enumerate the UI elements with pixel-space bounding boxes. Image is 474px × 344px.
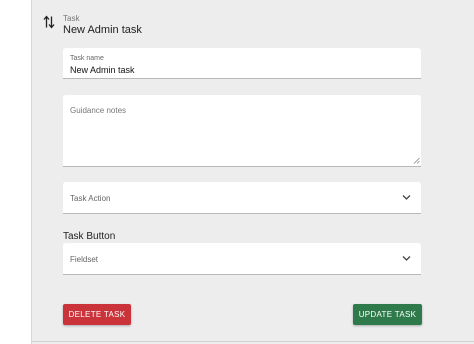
task-button-heading: Task Button (63, 231, 116, 242)
chevron-down-icon (402, 195, 411, 200)
reorder-arrows-icon[interactable] (43, 15, 55, 29)
panel-divider (32, 341, 474, 342)
resize-handle-icon[interactable] (413, 157, 420, 164)
fieldset-select[interactable]: Fieldset (63, 243, 421, 275)
task-caption: Task (63, 14, 80, 23)
update-task-button[interactable]: UPDATE TASK (353, 304, 422, 325)
guidance-notes-textarea[interactable]: Guidance notes (63, 95, 421, 167)
task-name-input[interactable] (70, 65, 400, 75)
left-rail (0, 0, 33, 344)
fieldset-placeholder: Fieldset (70, 255, 99, 264)
task-title: New Admin task (63, 24, 142, 36)
chevron-down-icon (402, 256, 411, 261)
task-action-placeholder: Task Action (70, 194, 111, 203)
task-name-field[interactable]: Task name (63, 48, 421, 79)
task-name-label: Task name (70, 55, 104, 62)
delete-task-button[interactable]: DELETE TASK (63, 304, 131, 325)
task-action-select[interactable]: Task Action (63, 182, 421, 214)
guidance-notes-placeholder: Guidance notes (70, 106, 127, 115)
